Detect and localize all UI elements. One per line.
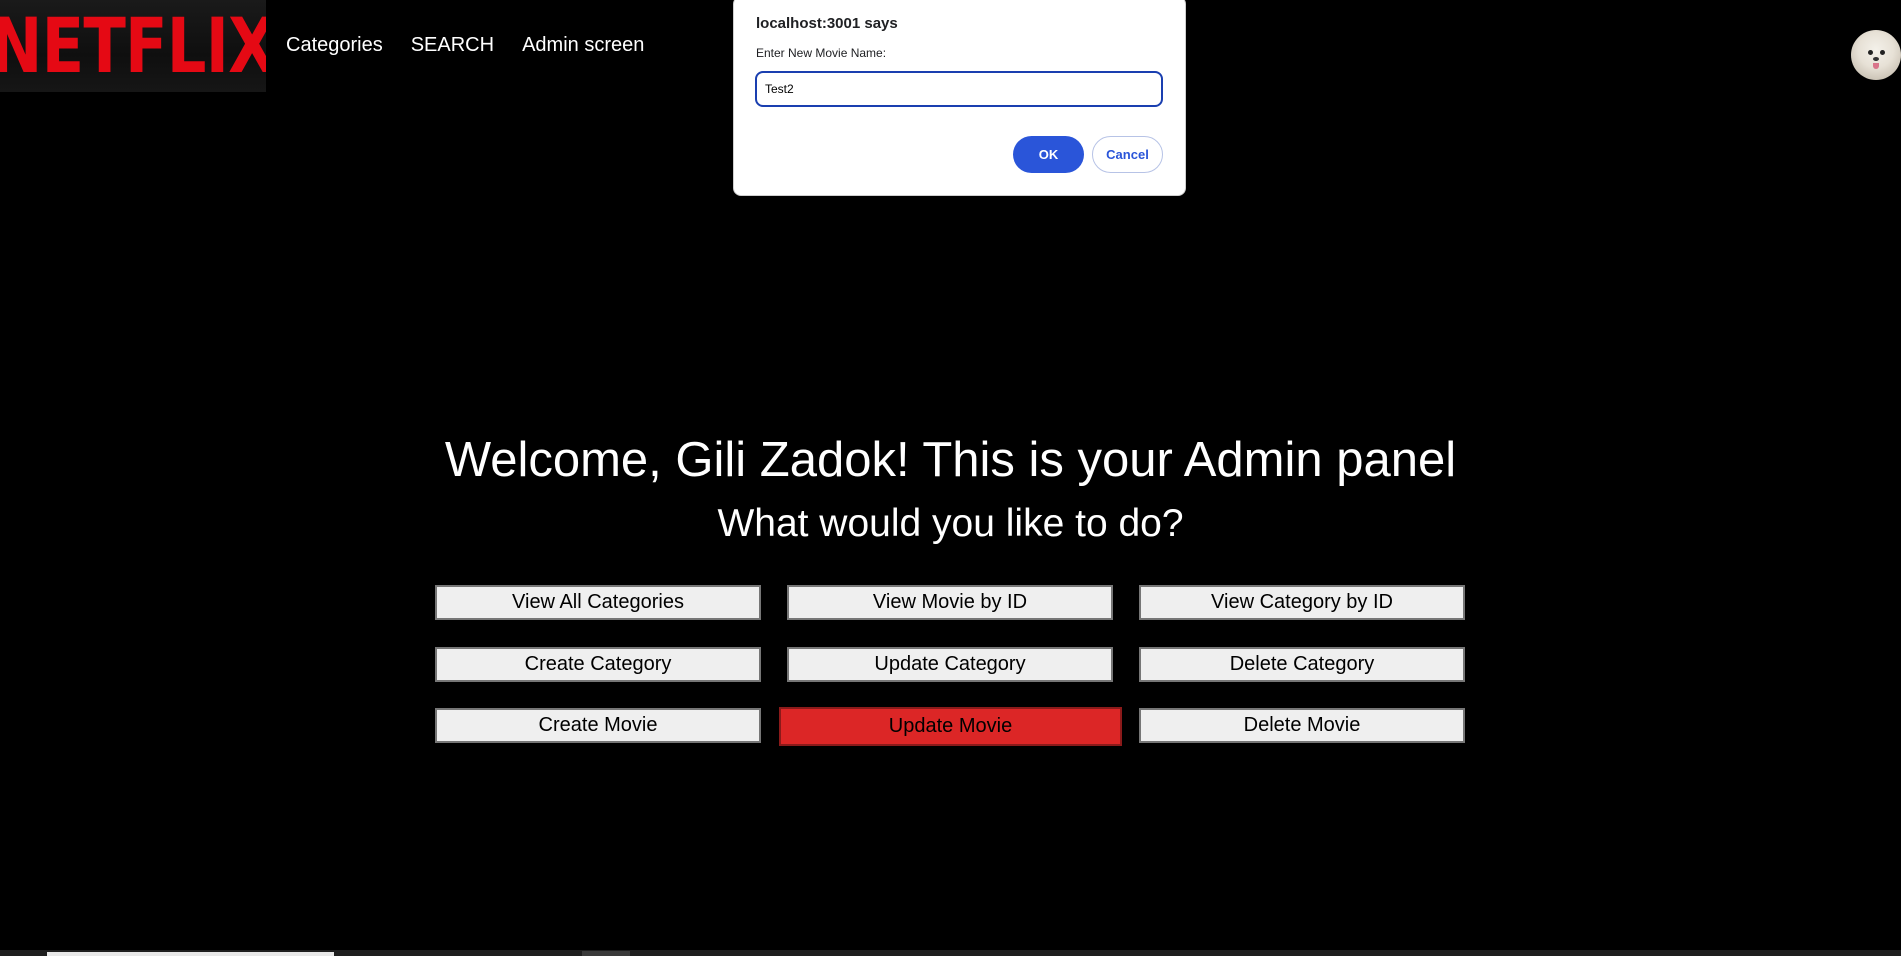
ok-button[interactable]: OK [1013, 136, 1084, 173]
view-movie-by-id-button[interactable]: View Movie by ID [787, 585, 1113, 620]
nav-link-admin-screen[interactable]: Admin screen [522, 34, 644, 57]
bottom-strip-segment [582, 951, 630, 956]
welcome-heading: Welcome, Gili Zadok! This is your Admin … [444, 433, 1457, 487]
netflix-logo[interactable]: NETFLIX [0, 0, 266, 92]
nav-links: Categories SEARCH Admin screen [286, 34, 644, 57]
avatar-nose [1873, 57, 1879, 61]
prompt-dialog: localhost:3001 says Enter New Movie Name… [733, 0, 1186, 196]
avatar-eye [1868, 50, 1873, 55]
nav-link-search[interactable]: SEARCH [411, 34, 494, 57]
view-all-categories-button[interactable]: View All Categories [435, 585, 761, 620]
avatar-tongue [1873, 63, 1879, 69]
update-movie-button[interactable]: Update Movie [779, 707, 1122, 746]
avatar-icon[interactable] [1851, 30, 1901, 80]
dialog-message: Enter New Movie Name: [756, 46, 887, 60]
update-category-button[interactable]: Update Category [787, 647, 1113, 682]
cancel-button[interactable]: Cancel [1092, 136, 1163, 173]
bottom-strip [0, 950, 1901, 956]
view-category-by-id-button[interactable]: View Category by ID [1139, 585, 1465, 620]
bottom-strip-segment [47, 952, 334, 956]
create-category-button[interactable]: Create Category [435, 647, 761, 682]
delete-category-button[interactable]: Delete Category [1139, 647, 1465, 682]
dialog-title: localhost:3001 says [756, 15, 898, 32]
nav-link-categories[interactable]: Categories [286, 34, 383, 57]
avatar-eye [1880, 50, 1885, 55]
delete-movie-button[interactable]: Delete Movie [1139, 708, 1465, 743]
logo-text: NETFLIX [0, 1, 266, 90]
create-movie-button[interactable]: Create Movie [435, 708, 761, 743]
movie-name-input[interactable] [755, 71, 1163, 107]
panel-subtitle: What would you like to do? [717, 502, 1184, 545]
